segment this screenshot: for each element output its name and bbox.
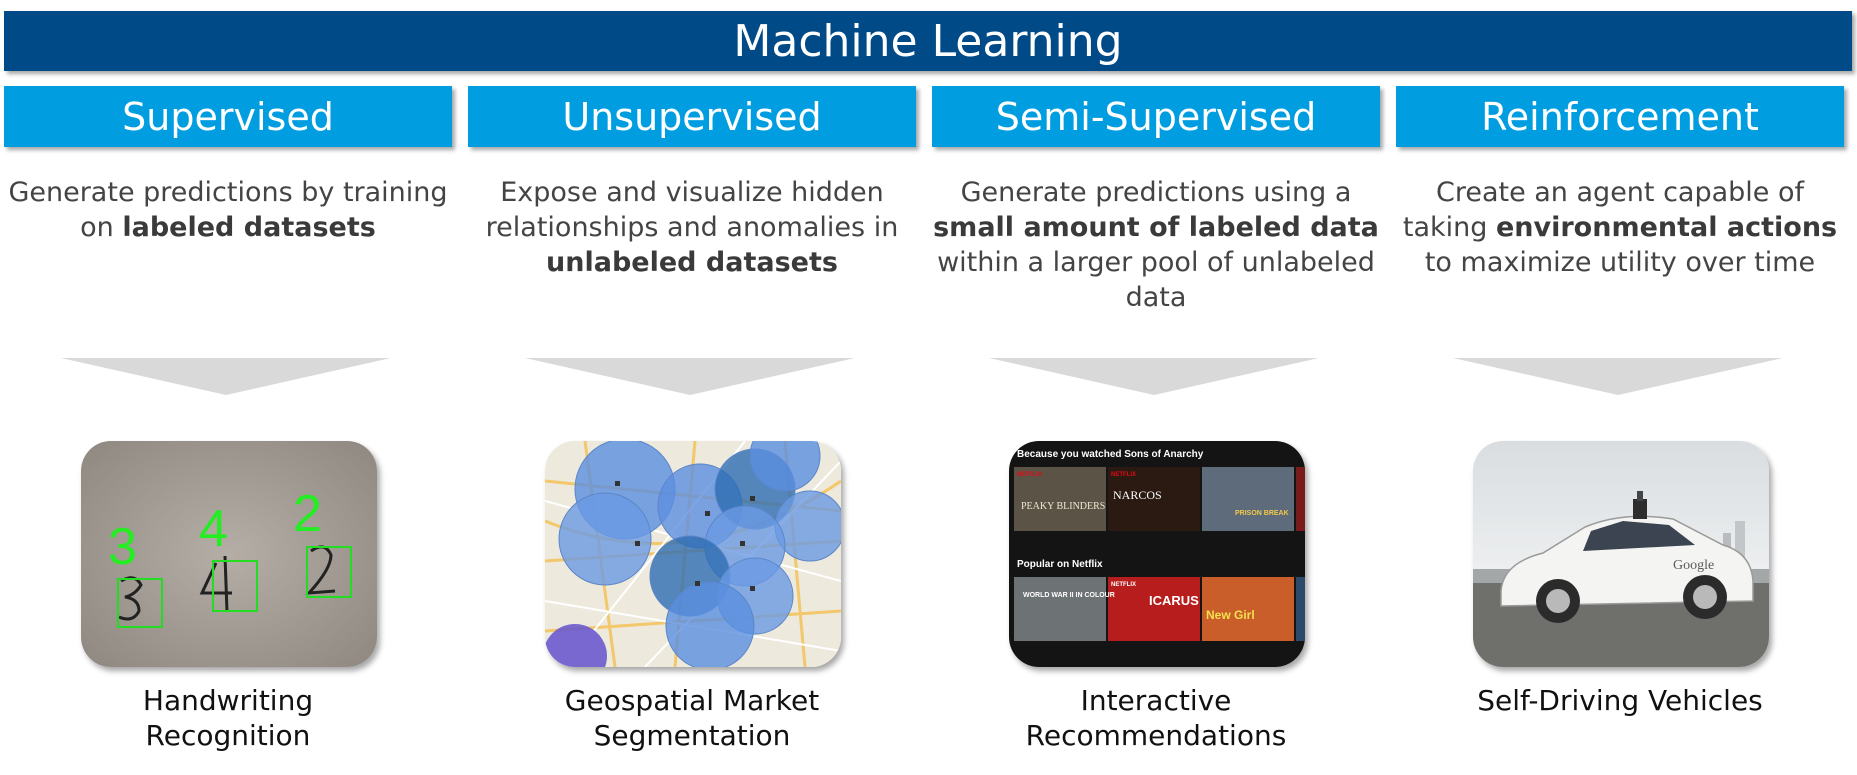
desc-segment-bold: labeled datasets [122,212,376,243]
tile-title: New Girl [1206,608,1255,622]
tile-title: WORLD WAR II IN COLOUR [1023,592,1115,599]
row-label: Popular on Netflix [1017,559,1103,570]
caption-line: Interactive [1080,684,1232,717]
column-header-label: Semi-Supervised [995,94,1317,139]
desc-segment: within a larger pool of unlabeled data [937,247,1375,313]
desc-segment-bold: small amount of labeled data [933,212,1379,243]
column-caption: Geospatial Market Segmentation [468,683,916,753]
main-title-banner: Machine Learning [4,11,1852,71]
column-unsupervised: Unsupervised Expose and visualize hidden… [468,86,916,775]
down-chevron-icon [1453,358,1783,395]
column-reinforcement: Reinforcement Create an agent capable of… [1396,86,1844,775]
down-chevron-icon [525,358,855,395]
netflix-logo: NETFLIX [1017,472,1042,478]
predicted-digit: 4 [199,500,228,558]
self-driving-car-image: Google [1473,441,1769,667]
tile-title: ICARUS [1149,593,1199,608]
column-caption: Handwriting Recognition [4,683,452,753]
handwriting-image: 3 4 2 [81,441,377,667]
caption-line: Geospatial Market [564,684,820,717]
column-description: Generate predictions by training on labe… [4,175,452,245]
main-title: Machine Learning [733,15,1123,67]
column-header: Supervised [4,86,452,147]
caption-line: Handwriting [142,684,314,717]
netflix-logo: NETFLIX [1111,582,1136,588]
down-chevron-icon [61,358,391,395]
column-header: Unsupervised [468,86,916,147]
geospatial-map-image [545,441,841,667]
caption-line: Self-Driving Vehicles [1477,684,1763,717]
tile-title: PRISON BREAK [1235,510,1289,517]
netflix-logo: NETFLIX [1111,472,1136,478]
desc-segment-bold: environmental actions [1495,212,1838,243]
column-description: Generate predictions using a small amoun… [932,175,1380,315]
desc-segment: Generate predictions using a [960,177,1352,208]
column-semi-supervised: Semi-Supervised Generate predictions usi… [932,86,1380,775]
tile-title: NARCOS [1113,488,1162,502]
column-supervised: Supervised Generate predictions by train… [4,86,452,775]
predicted-digit: 3 [108,518,137,576]
caption-line: Recognition [145,719,311,752]
caption-line: Segmentation [593,719,791,752]
desc-segment-bold: unlabeled datasets [546,247,838,278]
caption-line: Recommendations [1025,719,1287,752]
desc-segment: to maximize utility over time [1424,247,1816,278]
desc-segment: Expose and visualize hidden relationship… [485,177,899,243]
row-label: Because you watched Sons of Anarchy [1017,449,1204,460]
down-chevron-icon [989,358,1319,395]
column-header: Semi-Supervised [932,86,1380,147]
google-logo: Google [1673,558,1714,573]
column-header: Reinforcement [1396,86,1844,147]
column-description: Create an agent capable of taking enviro… [1396,175,1844,280]
predicted-digit: 2 [293,485,322,543]
tile-title: PEAKY BLINDERS [1021,501,1105,512]
netflix-recommendations-image: Because you watched Sons of Anarchy NETF… [1009,441,1305,667]
column-caption: Self-Driving Vehicles [1396,683,1844,718]
column-header-label: Reinforcement [1481,94,1759,139]
column-description: Expose and visualize hidden relationship… [468,175,916,280]
column-caption: Interactive Recommendations [932,683,1380,753]
column-header-label: Unsupervised [562,94,822,139]
column-header-label: Supervised [122,94,334,139]
